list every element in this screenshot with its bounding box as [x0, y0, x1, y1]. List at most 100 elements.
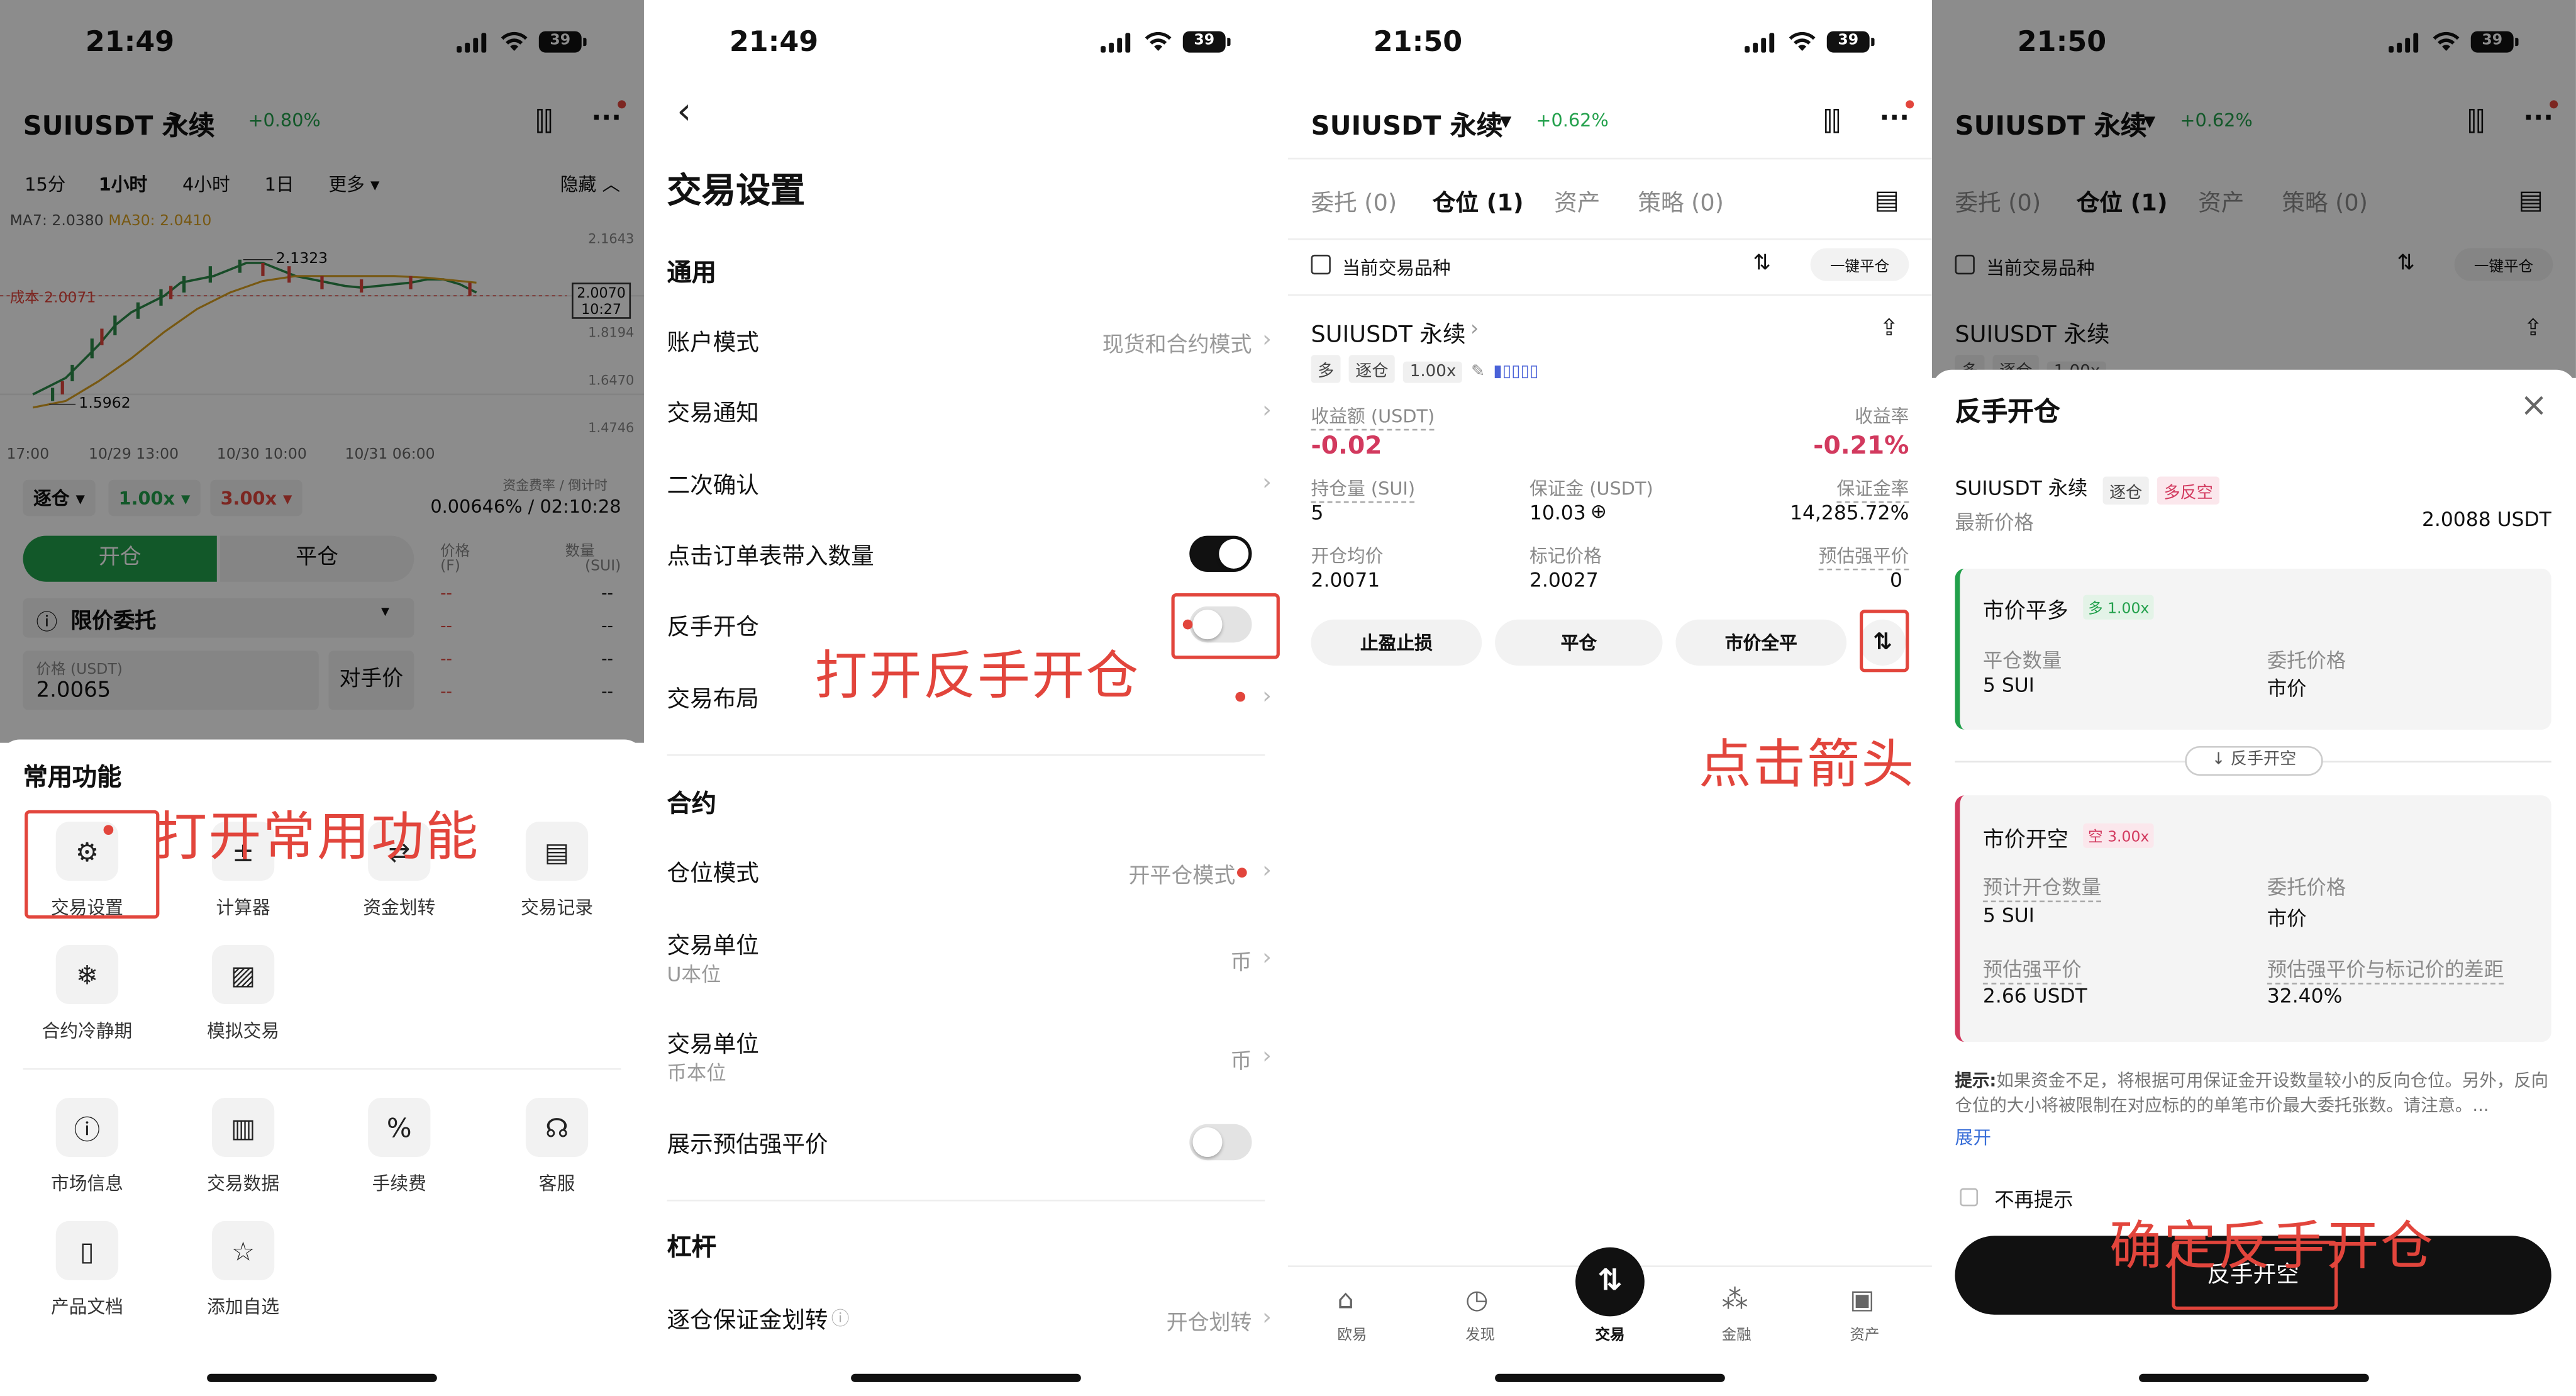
- close-position-button[interactable]: 平仓: [1495, 619, 1663, 666]
- status-bar: 21:50 39: [1288, 26, 1932, 62]
- setting-sub-label: U本位: [667, 963, 721, 986]
- home-icon[interactable]: ⌂: [1337, 1283, 1354, 1315]
- discover-icon[interactable]: ◷: [1465, 1283, 1488, 1315]
- tab-positions[interactable]: 仓位 (1): [1433, 186, 1524, 218]
- info-icon[interactable]: ⓘ: [55, 1097, 119, 1157]
- sheet-title: 常用功能: [23, 762, 122, 793]
- highlight-box: [25, 810, 160, 919]
- percent-icon[interactable]: %: [368, 1097, 431, 1157]
- close-all-button[interactable]: 一键平仓: [1810, 248, 1909, 281]
- edit-icon[interactable]: ✎: [1471, 363, 1485, 381]
- tool-trade-data[interactable]: 交易数据: [177, 1170, 309, 1197]
- headset-icon[interactable]: ☊: [525, 1097, 589, 1157]
- tool-support[interactable]: 客服: [491, 1170, 623, 1197]
- tool-transfer[interactable]: 资金划转: [333, 894, 465, 920]
- close-icon[interactable]: ×: [2520, 384, 2548, 424]
- tag-leverage[interactable]: 1.00x: [1403, 361, 1463, 383]
- setting-position-mode[interactable]: 仓位模式: [667, 856, 759, 889]
- tp-sl-button[interactable]: 止盈止损: [1311, 619, 1482, 666]
- home-indicator: [851, 1373, 1081, 1382]
- expand-link[interactable]: 展开: [1955, 1124, 1991, 1151]
- setting-trade-unit-coin[interactable]: 交易单位: [667, 1027, 759, 1060]
- tool-demo-trading[interactable]: 模拟交易: [177, 1017, 309, 1044]
- tool-calculator[interactable]: 计算器: [177, 894, 309, 920]
- annotation-confirm-reverse: 确定反手开仓: [2109, 1214, 2435, 1277]
- page-title: 交易设置: [667, 170, 805, 211]
- common-functions-sheet: 常用功能 ⚙ 交易设置 ± 计算器 ⇄ 资金划转 ▤ 交易记录 ❄ 合约冷静期 …: [0, 739, 644, 1394]
- open-short-tag: 空 3.00x: [2083, 823, 2155, 848]
- chevron-right-icon: ›: [1262, 1305, 1272, 1331]
- tab-strategies[interactable]: 策略 (0): [1638, 186, 1724, 218]
- open-short-title: 市价开空: [1982, 828, 2068, 853]
- tool-docs[interactable]: 产品文档: [21, 1293, 153, 1320]
- no-remind-label: 不再提示: [1994, 1188, 2074, 1212]
- chevron-right-icon: ›: [1262, 683, 1272, 710]
- setting-account-mode[interactable]: 账户模式: [667, 325, 759, 358]
- symbol-title[interactable]: SUIUSDT 永续: [1311, 104, 1503, 143]
- dim-overlay[interactable]: [1931, 0, 2576, 378]
- star-icon[interactable]: ☆: [211, 1220, 275, 1280]
- more-icon[interactable]: ···: [1879, 102, 1909, 133]
- filter-current-symbol: 当前交易品种: [1342, 258, 1451, 280]
- sort-icon[interactable]: ⇅: [1753, 252, 1770, 276]
- chevron-down-icon[interactable]: ▾: [1500, 108, 1511, 135]
- holding-label: 持仓量 (SUI): [1311, 475, 1416, 503]
- filter-checkbox[interactable]: [1311, 254, 1331, 275]
- tool-add-favorite[interactable]: 添加自选: [177, 1293, 309, 1320]
- tool-fees[interactable]: 手续费: [333, 1170, 465, 1197]
- chevron-right-icon: ›: [1262, 327, 1272, 354]
- tab-assets[interactable]: 资产: [1554, 186, 1600, 218]
- add-margin-icon[interactable]: ⊕: [1591, 500, 1607, 523]
- nav-okx[interactable]: 欧易: [1337, 1323, 1367, 1344]
- simulate-icon[interactable]: ▨: [211, 945, 275, 1005]
- candle-chart-icon[interactable]: ⫿⫿: [1824, 105, 1841, 138]
- position-symbol[interactable]: SUIUSDT 永续: [1311, 317, 1466, 350]
- entry-price-label: 开仓均价: [1311, 545, 1384, 567]
- orderbook-qty-toggle[interactable]: [1189, 535, 1252, 572]
- sheet-title: 反手开仓: [1955, 396, 2060, 428]
- setting-trade-layout[interactable]: 交易布局: [667, 682, 759, 715]
- open-price-value: 市价: [2267, 907, 2307, 930]
- tab-orders[interactable]: 委托 (0): [1311, 186, 1397, 218]
- data-icon[interactable]: ▥: [211, 1097, 275, 1157]
- wallet-icon[interactable]: ▣: [1850, 1283, 1875, 1315]
- tag-long: 多: [1311, 355, 1341, 383]
- dim-overlay[interactable]: [0, 0, 644, 743]
- divider: [23, 1068, 621, 1070]
- tool-cooldown[interactable]: 合约冷静期: [21, 1017, 153, 1044]
- nav-discover[interactable]: 发现: [1465, 1323, 1495, 1344]
- mark-price-label: 标记价格: [1529, 545, 1602, 567]
- document-icon[interactable]: ▯: [55, 1220, 119, 1280]
- no-remind-checkbox[interactable]: [1960, 1188, 1979, 1207]
- market-close-all-button[interactable]: 市价全平: [1675, 619, 1847, 666]
- trade-nav-icon[interactable]: ⇅: [1575, 1247, 1645, 1317]
- setting-margin-transfer[interactable]: 逐仓保证金划转: [667, 1303, 828, 1336]
- finance-icon[interactable]: ⁂: [1722, 1283, 1748, 1315]
- share-icon[interactable]: ⇪: [1879, 316, 1899, 342]
- snowflake-icon[interactable]: ❄: [55, 945, 119, 1005]
- tool-records[interactable]: 交易记录: [491, 894, 623, 920]
- nav-trade[interactable]: 交易: [1595, 1323, 1624, 1344]
- tool-market-info[interactable]: 市场信息: [21, 1170, 153, 1197]
- section-general: 通用: [667, 258, 716, 288]
- divider: [1287, 294, 1932, 296]
- nav-assets[interactable]: 资产: [1850, 1323, 1879, 1344]
- show-liq-price-toggle[interactable]: [1189, 1124, 1252, 1161]
- tag-isolated: 逐仓: [1348, 355, 1396, 383]
- records-icon[interactable]: ▤: [525, 822, 589, 881]
- nav-finance[interactable]: 金融: [1722, 1323, 1752, 1344]
- history-icon[interactable]: ▤: [1875, 184, 1900, 216]
- annotation-click-arrow: 点击箭头: [1699, 733, 1916, 796]
- chevron-right-icon: ›: [1262, 1043, 1272, 1070]
- chevron-right-icon: ›: [1470, 317, 1479, 342]
- pnl-value: -0.02: [1311, 430, 1382, 461]
- setting-trade-notify[interactable]: 交易通知: [667, 396, 759, 429]
- close-price-value: 市价: [2267, 677, 2307, 700]
- back-icon[interactable]: ‹: [677, 92, 691, 133]
- setting-trade-unit-usdt[interactable]: 交易单位: [667, 929, 759, 961]
- notify-dot: [1236, 868, 1247, 878]
- status-time: 21:49: [729, 26, 819, 60]
- chevron-right-icon: ›: [1262, 857, 1272, 885]
- divider: [667, 754, 1265, 756]
- setting-double-confirm[interactable]: 二次确认: [667, 468, 759, 501]
